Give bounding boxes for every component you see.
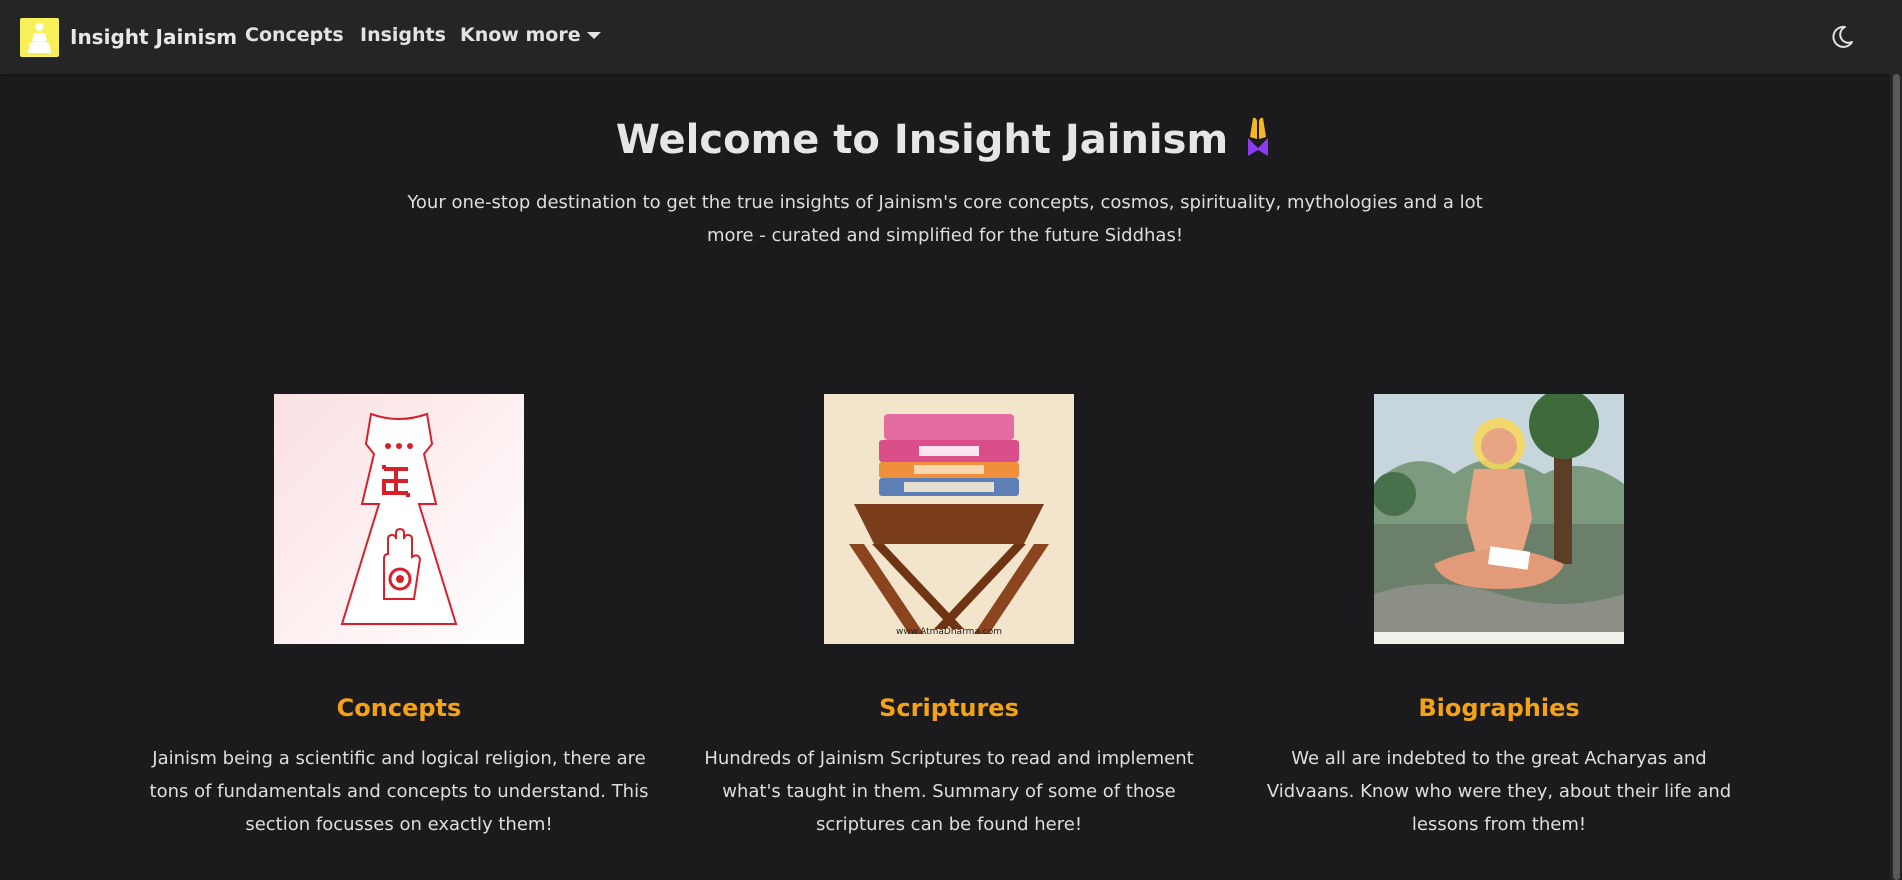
card-title[interactable]: Concepts xyxy=(139,694,659,722)
brand-title: Insight Jainism xyxy=(70,25,238,49)
hero-title-text: Welcome to Insight Jainism xyxy=(615,117,1229,163)
brand-logo-icon xyxy=(20,17,59,57)
moon-icon xyxy=(1832,25,1853,48)
scrollbar-thumb[interactable] xyxy=(1893,74,1900,880)
page-title: Welcome to Insight Jainism xyxy=(0,116,1890,168)
folded-hands-icon xyxy=(1242,116,1274,168)
scriptures-books-image[interactable]: www.AtmaDharma.com xyxy=(824,394,1074,644)
card-description: Jainism being a scientific and logical r… xyxy=(149,748,649,835)
card-description: We all are indebted to the great Acharya… xyxy=(1266,748,1732,835)
caret-down-icon xyxy=(586,31,601,39)
acharya-portrait-image[interactable] xyxy=(1374,394,1624,644)
page: Insight Jainism Concepts Insights Know m… xyxy=(0,0,1902,880)
nav-know-more-dropdown[interactable]: Know more xyxy=(460,24,601,46)
navbar: Insight Jainism Concepts Insights Know m… xyxy=(0,0,1902,74)
card-concepts[interactable]: Concepts Jainism being a scientific and … xyxy=(139,394,659,841)
nav-concepts[interactable]: Concepts xyxy=(245,24,344,46)
scrollbar[interactable] xyxy=(1890,74,1902,880)
nav-know-more-label: Know more xyxy=(460,24,581,46)
image-caption: www.AtmaDharma.com xyxy=(896,627,1002,637)
jain-symbol-image[interactable] xyxy=(274,394,524,644)
card-title[interactable]: Biographies xyxy=(1239,694,1759,722)
hero-subtitle: Your one-stop destination to get the tru… xyxy=(407,192,1483,246)
nav-insights[interactable]: Insights xyxy=(360,24,446,46)
dark-mode-toggle[interactable] xyxy=(1826,22,1856,52)
card-biographies[interactable]: Biographies We all are indebted to the g… xyxy=(1239,394,1759,841)
card-description: Hundreds of Jainism Scriptures to read a… xyxy=(704,748,1194,835)
brand-link[interactable]: Insight Jainism xyxy=(20,17,237,57)
card-scriptures[interactable]: www.AtmaDharma.com Scriptures Hundreds o… xyxy=(689,394,1209,841)
card-title[interactable]: Scriptures xyxy=(689,694,1209,722)
